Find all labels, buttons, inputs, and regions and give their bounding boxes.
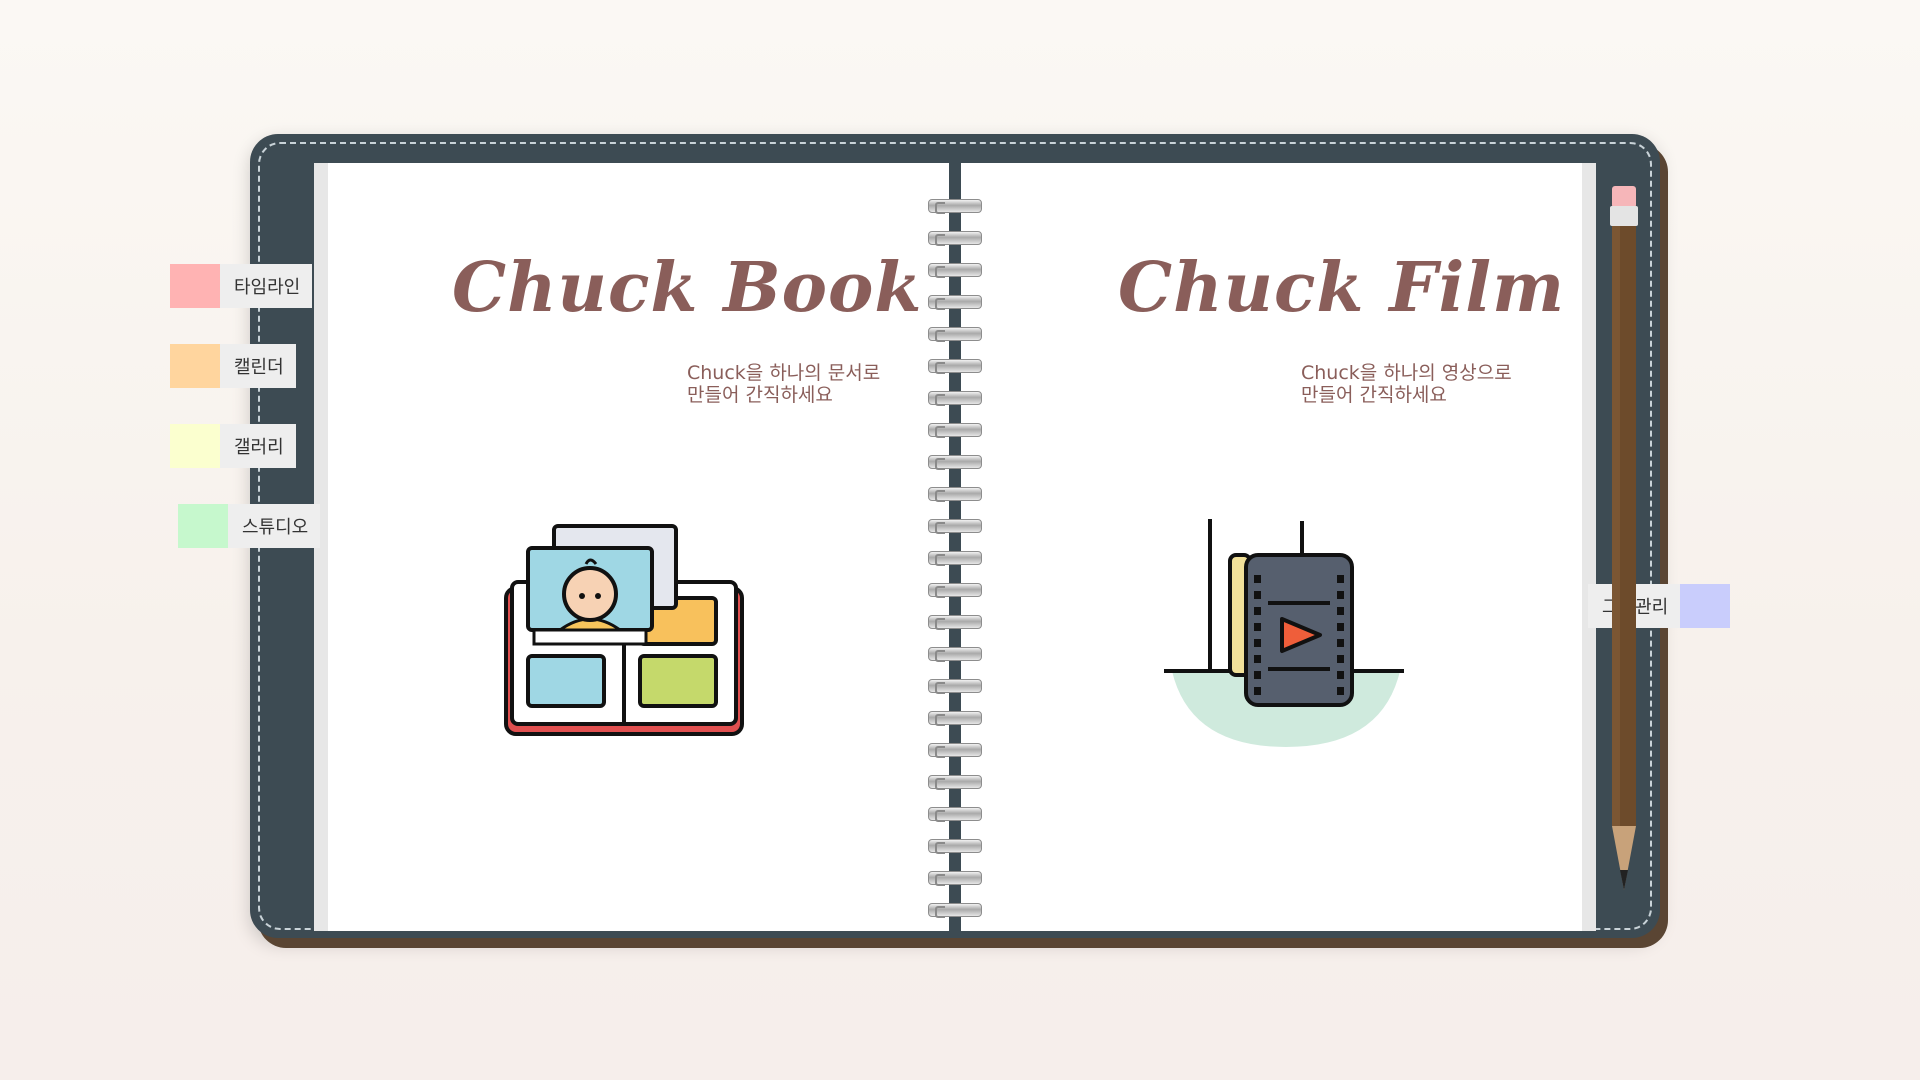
spiral-ring: [928, 711, 982, 726]
spiral-ring: [928, 647, 982, 662]
spiral-ring: [928, 839, 982, 854]
tab-studio-swatch: [178, 504, 228, 548]
spiral-ring: [928, 199, 982, 214]
photo-album-icon[interactable]: [500, 520, 750, 740]
film-reel-icon[interactable]: [1160, 515, 1410, 755]
spiral-ring: [928, 327, 982, 342]
chuck-film-title[interactable]: Chuck Film: [1118, 248, 1565, 328]
chuck-film-subtitle-line2: 만들어 간직하세요: [1301, 384, 1447, 406]
spiral-ring: [928, 519, 982, 534]
tab-calendar[interactable]: 캘린더: [170, 344, 296, 388]
tab-gallery-swatch: [170, 424, 220, 468]
chuck-film-subtitle: Chuck을 하나의 영상으로 만들어 간직하세요: [1301, 362, 1512, 406]
tab-studio-label: 스튜디오: [242, 517, 309, 538]
spiral-ring: [928, 231, 982, 246]
spiral-ring: [928, 743, 982, 758]
spiral-ring: [928, 903, 982, 918]
spiral-ring: [928, 263, 982, 278]
tab-timeline-swatch: [170, 264, 220, 308]
spiral-ring: [928, 391, 982, 406]
spiral-ring: [928, 807, 982, 822]
spiral-ring: [928, 295, 982, 310]
spiral-ring: [928, 551, 982, 566]
spiral-ring: [928, 455, 982, 470]
spiral-ring: [928, 775, 982, 790]
tab-timeline-label: 타임라인: [234, 277, 301, 298]
tab-calendar-label: 캘린더: [234, 357, 284, 378]
spiral-ring: [928, 583, 982, 598]
chuck-book-title[interactable]: Chuck Book: [452, 248, 923, 328]
tab-timeline[interactable]: 타임라인: [170, 264, 313, 308]
tab-studio[interactable]: 스튜디오: [178, 504, 321, 548]
spiral-ring: [928, 487, 982, 502]
chuck-book-subtitle-line2: 만들어 간직하세요: [687, 384, 833, 406]
spiral-ring: [928, 615, 982, 630]
chuck-film-subtitle-line1: Chuck을 하나의 영상으로: [1301, 362, 1512, 384]
tab-group-management-swatch: [1680, 584, 1731, 628]
chuck-book-subtitle-line1: Chuck을 하나의 문서로: [687, 362, 881, 384]
spiral-ring: [928, 423, 982, 438]
spiral-ring: [928, 871, 982, 886]
spiral-ring: [928, 679, 982, 694]
tab-calendar-swatch: [170, 344, 220, 388]
chuck-book-subtitle: Chuck을 하나의 문서로 만들어 간직하세요: [687, 362, 880, 406]
tab-gallery[interactable]: 갤러리: [170, 424, 296, 468]
spiral-ring: [928, 359, 982, 374]
tab-gallery-label: 갤러리: [234, 437, 284, 458]
pencil-icon: [1610, 186, 1638, 890]
